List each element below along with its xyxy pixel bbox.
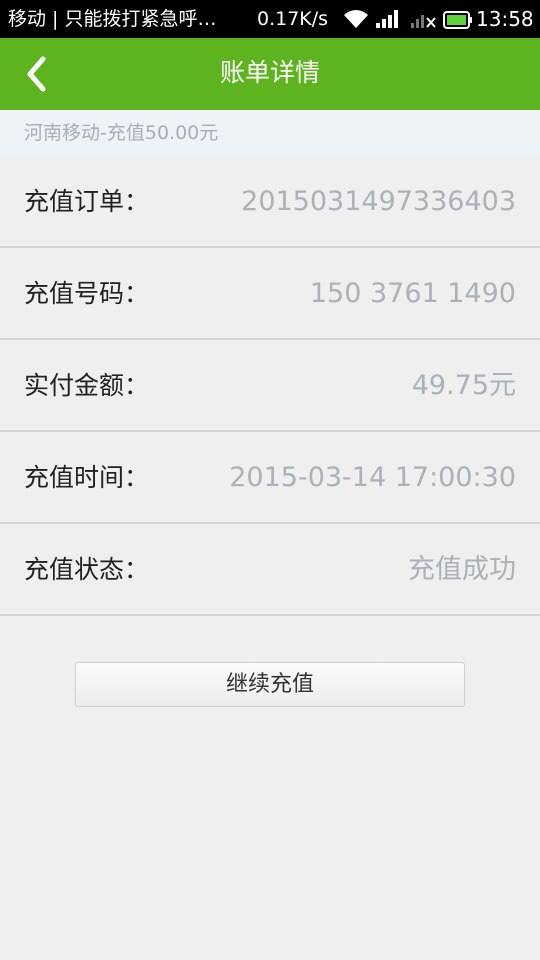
order-summary: 河南移动-充值50.00元 — [0, 110, 540, 156]
wifi-icon — [343, 9, 369, 33]
detail-row-time: 充值时间： 2015-03-14 17:00:30 — [0, 432, 540, 524]
detail-value: 2015-03-14 17:00:30 — [229, 462, 516, 493]
clock: 13:58 — [476, 7, 534, 31]
carrier-text: 移动 | 只能拨打紧急呼… — [8, 8, 217, 30]
detail-label: 实付金额： — [24, 371, 150, 400]
detail-value: 150 3761 1490 — [309, 278, 516, 309]
detail-row-phone: 充值号码： 150 3761 1490 — [0, 248, 540, 340]
battery-icon — [443, 11, 473, 33]
detail-value: 2015031497336403 — [241, 186, 516, 217]
detail-label: 充值状态： — [24, 555, 150, 584]
continue-recharge-button[interactable]: 继续充值 — [75, 662, 465, 707]
detail-row-amount: 实付金额： 49.75元 — [0, 340, 540, 432]
detail-label: 充值订单： — [24, 187, 150, 216]
no-signal-icon — [410, 9, 436, 33]
detail-label: 充值时间： — [24, 463, 150, 492]
page-title: 账单详情 — [219, 58, 320, 87]
detail-label: 充值号码： — [24, 279, 150, 308]
status-bar: 移动 | 只能拨打紧急呼… 0.17K/s 13:58 — [0, 0, 540, 38]
detail-value: 49.75元 — [411, 370, 516, 401]
signal-icon — [375, 9, 399, 33]
detail-row-order: 充值订单： 2015031497336403 — [0, 156, 540, 248]
network-speed: 0.17K/s — [257, 8, 329, 30]
detail-value: 充值成功 — [408, 554, 516, 585]
title-bar: 账单详情 — [0, 38, 540, 110]
detail-row-status: 充值状态： 充值成功 — [0, 524, 540, 616]
